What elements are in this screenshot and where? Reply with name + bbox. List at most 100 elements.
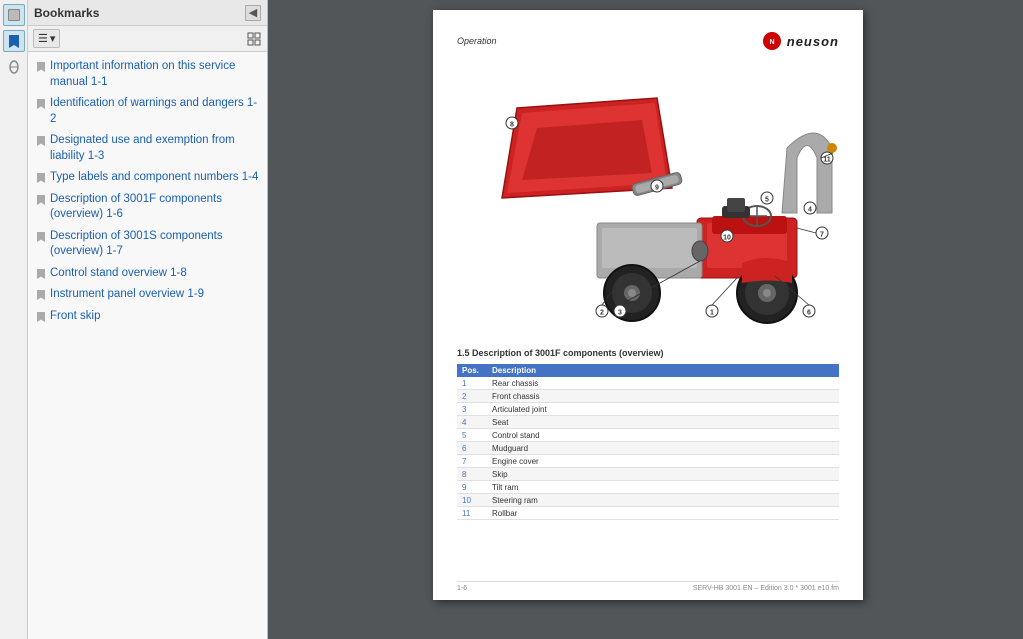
table-row: 8Skip bbox=[457, 468, 839, 481]
list-item[interactable]: Important information on this service ma… bbox=[28, 56, 267, 93]
left-toolbar bbox=[0, 0, 28, 639]
bookmarks-title: Bookmarks bbox=[34, 6, 99, 20]
svg-text:7: 7 bbox=[820, 232, 824, 239]
table-cell-desc: Front chassis bbox=[487, 390, 839, 403]
bookmark-item-label: Control stand overview 1-8 bbox=[50, 266, 261, 282]
svg-text:N: N bbox=[769, 39, 774, 46]
bookmark-item-icon bbox=[36, 193, 46, 207]
bookmark-item-label: Description of 3001S components (overvie… bbox=[50, 229, 261, 260]
table-row: 11Rollbar bbox=[457, 507, 839, 520]
document-page: Operation N neuson bbox=[433, 10, 863, 600]
bookmark-item-icon bbox=[36, 230, 46, 244]
menu-lines-icon: ☰ bbox=[38, 32, 48, 45]
table-cell-pos: 3 bbox=[457, 403, 487, 416]
table-cell-desc: Seat bbox=[487, 416, 839, 429]
footer-document-ref: SERV-HB 3001 EN – Edition 3.0 * 3001 e10… bbox=[693, 585, 839, 592]
svg-text:8: 8 bbox=[510, 122, 514, 129]
table-cell-desc: Tilt ram bbox=[487, 481, 839, 494]
table-row: 4Seat bbox=[457, 416, 839, 429]
svg-text:3: 3 bbox=[618, 310, 622, 317]
table-cell-desc: Skip bbox=[487, 468, 839, 481]
table-cell-pos: 7 bbox=[457, 455, 487, 468]
svg-text:2: 2 bbox=[600, 310, 604, 317]
table-row: 6Mudguard bbox=[457, 442, 839, 455]
table-row: 5Control stand bbox=[457, 429, 839, 442]
table-cell-desc: Steering ram bbox=[487, 494, 839, 507]
table-row: 9Tilt ram bbox=[457, 481, 839, 494]
table-row: 10Steering ram bbox=[457, 494, 839, 507]
bookmarks-panel-button[interactable] bbox=[3, 30, 25, 52]
table-cell-pos: 11 bbox=[457, 507, 487, 520]
table-header-desc: Description bbox=[487, 364, 839, 377]
brand-name: neuson bbox=[787, 34, 839, 49]
list-item[interactable]: Type labels and component numbers 1-4 bbox=[28, 167, 267, 189]
table-header-pos: Pos. bbox=[457, 364, 487, 377]
bookmarks-toolbar: ☰ ▾ bbox=[28, 26, 267, 52]
components-table: Pos. Description 1Rear chassis2Front cha… bbox=[457, 364, 839, 520]
bookmarks-close-button[interactable]: ◀ bbox=[245, 5, 261, 21]
svg-text:5: 5 bbox=[765, 197, 769, 204]
table-cell-pos: 8 bbox=[457, 468, 487, 481]
list-item[interactable]: Control stand overview 1-8 bbox=[28, 263, 267, 285]
list-item[interactable]: Instrument panel overview 1-9 bbox=[28, 284, 267, 306]
hand-tool-button[interactable] bbox=[3, 4, 25, 26]
table-cell-desc: Rollbar bbox=[487, 507, 839, 520]
bookmarks-panel: Bookmarks ◀ ☰ ▾ Important information on… bbox=[28, 0, 268, 639]
table-row: 1Rear chassis bbox=[457, 377, 839, 390]
table-row: 3Articulated joint bbox=[457, 403, 839, 416]
bookmark-item-label: Description of 3001F components (overvie… bbox=[50, 192, 261, 223]
attachments-button[interactable] bbox=[3, 56, 25, 78]
list-item[interactable]: Description of 3001S components (overvie… bbox=[28, 226, 267, 263]
table-cell-pos: 2 bbox=[457, 390, 487, 403]
bookmarks-header: Bookmarks ◀ bbox=[28, 0, 267, 26]
list-item[interactable]: Description of 3001F components (overvie… bbox=[28, 189, 267, 226]
table-cell-pos: 1 bbox=[457, 377, 487, 390]
bookmark-item-icon bbox=[36, 310, 46, 324]
table-cell-pos: 6 bbox=[457, 442, 487, 455]
svg-text:6: 6 bbox=[807, 310, 811, 317]
svg-text:1: 1 bbox=[710, 310, 714, 317]
expand-bookmarks-button[interactable] bbox=[246, 31, 262, 47]
pdf-viewer[interactable]: Operation N neuson bbox=[268, 0, 1023, 639]
table-cell-desc: Mudguard bbox=[487, 442, 839, 455]
svg-text:9: 9 bbox=[655, 185, 659, 192]
doc-header: Operation N neuson bbox=[457, 32, 839, 50]
svg-text:10: 10 bbox=[723, 235, 731, 242]
bookmarks-menu-button[interactable]: ☰ ▾ bbox=[33, 29, 60, 48]
doc-footer: 1-6 SERV-HB 3001 EN – Edition 3.0 * 3001… bbox=[457, 581, 839, 592]
bookmark-item-label: Type labels and component numbers 1-4 bbox=[50, 170, 261, 186]
bookmark-item-label: Designated use and exemption from liabil… bbox=[50, 133, 261, 164]
bookmark-item-icon bbox=[36, 267, 46, 281]
neuson-logo-circle: N bbox=[763, 32, 781, 50]
bookmark-item-icon bbox=[36, 60, 46, 74]
table-cell-pos: 5 bbox=[457, 429, 487, 442]
section-label: Operation bbox=[457, 36, 497, 46]
svg-text:4: 4 bbox=[808, 207, 812, 214]
list-item[interactable]: Front skip bbox=[28, 306, 267, 328]
table-cell-pos: 9 bbox=[457, 481, 487, 494]
table-cell-desc: Control stand bbox=[487, 429, 839, 442]
table-row: 2Front chassis bbox=[457, 390, 839, 403]
bookmarks-list: Important information on this service ma… bbox=[28, 52, 267, 639]
brand-logo-area: N neuson bbox=[763, 32, 839, 50]
bookmark-item-label: Front skip bbox=[50, 309, 261, 325]
bookmark-item-icon bbox=[36, 97, 46, 111]
table-cell-desc: Articulated joint bbox=[487, 403, 839, 416]
section-title: 1.5 Description of 3001F components (ove… bbox=[457, 348, 839, 358]
footer-page-number: 1-6 bbox=[457, 585, 467, 592]
table-cell-pos: 10 bbox=[457, 494, 487, 507]
bookmark-item-label: Identification of warnings and dangers 1… bbox=[50, 96, 261, 127]
table-cell-desc: Rear chassis bbox=[487, 377, 839, 390]
bookmark-item-label: Important information on this service ma… bbox=[50, 59, 261, 90]
bookmark-item-icon bbox=[36, 171, 46, 185]
bookmark-item-icon bbox=[36, 288, 46, 302]
menu-arrow-icon: ▾ bbox=[50, 32, 56, 45]
list-item[interactable]: Designated use and exemption from liabil… bbox=[28, 130, 267, 167]
bookmark-item-label: Instrument panel overview 1-9 bbox=[50, 287, 261, 303]
table-cell-pos: 4 bbox=[457, 416, 487, 429]
bookmark-item-icon bbox=[36, 134, 46, 148]
table-row: 7Engine cover bbox=[457, 455, 839, 468]
list-item[interactable]: Identification of warnings and dangers 1… bbox=[28, 93, 267, 130]
machine-illustration: 1 2 3 4 5 bbox=[457, 58, 839, 338]
svg-text:11: 11 bbox=[823, 157, 831, 164]
